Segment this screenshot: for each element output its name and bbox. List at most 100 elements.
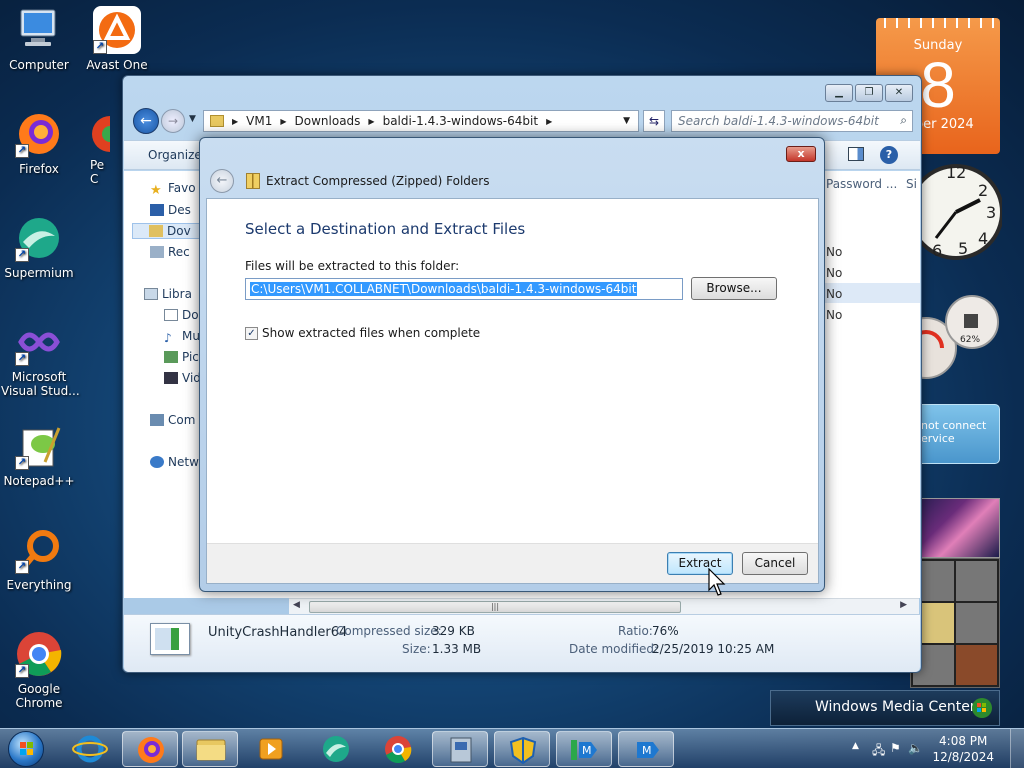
breadcrumb-separator-icon: ▶	[280, 116, 287, 126]
taskbar-chrome[interactable]	[370, 731, 426, 767]
star-icon: ★	[150, 183, 162, 198]
ratio-label: Ratio:	[618, 624, 653, 638]
refresh-button[interactable]: ⇆	[643, 110, 665, 132]
taskbar-internet-explorer[interactable]	[62, 731, 118, 767]
scroll-thumb[interactable]: |||	[309, 601, 681, 613]
search-icon[interactable]: ⌕	[900, 113, 907, 128]
taskbar-clock[interactable]: 4:08 PM 12/8/2024	[932, 733, 994, 765]
breadcrumb-separator-icon: ▶	[546, 116, 553, 126]
taskbar-app-m1[interactable]: M	[556, 731, 612, 767]
checkbox-check-icon[interactable]: ✓	[245, 326, 258, 340]
horizontal-scrollbar[interactable]: ◀ ||| ▶	[289, 598, 919, 614]
browse-button[interactable]: Browse...	[691, 277, 777, 300]
back-button[interactable]: ←	[133, 108, 159, 134]
nav-favorites[interactable]: ★ Favo	[150, 181, 196, 198]
nav-libraries[interactable]: Libra	[144, 287, 192, 301]
date-modified-value: 2/25/2019 10:25 AM	[652, 642, 775, 656]
ratio-value: 76%	[652, 624, 679, 638]
libraries-icon	[144, 288, 158, 300]
network-icon	[150, 456, 164, 468]
flag-tray-icon[interactable]: ⚑	[890, 741, 901, 755]
show-desktop-button[interactable]	[1010, 729, 1024, 768]
navigation-pane: ★ Favo Des Dov Rec Libra Doc ♪ Mu Pic Vid …	[124, 171, 205, 598]
close-button[interactable]: ✕	[885, 84, 913, 102]
desktop-icon-visual-studio[interactable]: ↗ Microsoft Visual Stud...	[1, 318, 80, 398]
taskbar-file-explorer[interactable]	[182, 731, 238, 767]
start-button[interactable]	[4, 729, 50, 768]
nav-network[interactable]: Netw	[150, 455, 199, 469]
dialog-body: Select a Destination and Extract Files F…	[206, 198, 819, 584]
pictures-icon	[164, 351, 178, 363]
dialog-back-button[interactable]: ←	[210, 169, 234, 193]
file-thumbnail-icon	[150, 623, 190, 655]
search-input[interactable]: Search baldi-1.4.3-windows-64bit ⌕	[671, 110, 913, 132]
desktop-icon-avast-one[interactable]: ↗ Avast One	[79, 6, 155, 72]
taskbar-installer[interactable]	[432, 731, 488, 767]
details-pane: UnityCrashHandler64 Compressed size: 329…	[124, 614, 920, 672]
shield-icon	[509, 736, 537, 765]
desktop-icon-notepadpp[interactable]: ↗ Notepad++	[1, 422, 77, 488]
destination-path-value: C:\Users\VM1.COLLABNET\Downloads\baldi-1…	[250, 282, 638, 296]
installer-icon	[450, 737, 472, 763]
taskbar-app-m2[interactable]: M	[618, 731, 674, 767]
address-bar[interactable]: ▶ VM1 ▶ Downloads ▶ baldi-1.4.3-windows-…	[203, 110, 639, 132]
column-header-password[interactable]: Password ...	[826, 177, 897, 191]
taskbar-supermium[interactable]	[308, 731, 364, 767]
breadcrumb-item[interactable]: Downloads	[295, 114, 361, 128]
chrome-icon	[385, 736, 412, 764]
search-placeholder: Search baldi-1.4.3-windows-64bit	[678, 114, 879, 128]
downloads-folder-icon	[149, 225, 163, 237]
extract-dialog[interactable]: x ← Extract Compressed (Zipped) Folders …	[199, 137, 825, 592]
minimize-button[interactable]: ▁	[825, 84, 853, 102]
taskbar-firefox[interactable]	[122, 731, 178, 767]
address-dropdown-icon[interactable]: ▼	[623, 116, 630, 126]
forward-button[interactable]: →	[161, 109, 185, 133]
desktop-icon-label: Google Chrome	[15, 682, 63, 710]
taskbar-security[interactable]	[494, 731, 550, 767]
dialog-heading: Select a Destination and Extract Files	[245, 220, 526, 238]
destination-path-input[interactable]: C:\Users\VM1.COLLABNET\Downloads\baldi-1…	[245, 278, 683, 300]
shortcut-arrow-icon: ↗	[15, 664, 29, 678]
maximize-button[interactable]: ❐	[855, 84, 883, 102]
desktop-icon-partial[interactable]: Pe C	[86, 110, 110, 186]
show-extracted-files-checkbox[interactable]: ✓ Show extracted files when complete	[245, 326, 480, 340]
computer-small-icon	[150, 414, 164, 426]
preview-pane-icon[interactable]	[848, 147, 864, 161]
nav-recent[interactable]: Rec	[150, 245, 190, 259]
nav-desktop[interactable]: Des	[150, 203, 191, 217]
nav-pictures[interactable]: Pic	[164, 350, 199, 364]
help-icon[interactable]: ?	[880, 146, 898, 164]
nav-computer[interactable]: Com	[150, 413, 195, 427]
media-center-label: Windows Media Center	[815, 699, 976, 715]
window-controls: ▁ ❐ ✕	[825, 84, 913, 102]
desktop-icon-everything[interactable]: ↗ Everything	[1, 526, 77, 592]
dialog-close-button[interactable]: x	[786, 146, 816, 162]
clock-number: 3	[986, 203, 996, 222]
taskbar-time: 4:08 PM	[939, 734, 988, 748]
media-center-bar[interactable]: Windows Media Center	[770, 690, 1000, 726]
desktop-icon-firefox[interactable]: ↗ Firefox	[1, 110, 77, 176]
desktop-icon-supermium[interactable]: ↗ Supermium	[1, 214, 77, 280]
desktop-folder-icon	[150, 204, 164, 216]
cancel-button[interactable]: Cancel	[742, 552, 808, 575]
taskbar-media-player[interactable]	[244, 731, 300, 767]
breadcrumb-item[interactable]: VM1	[246, 114, 272, 128]
organize-button[interactable]: Organize	[148, 148, 202, 162]
recent-pages-dropdown[interactable]: ▼	[189, 114, 196, 124]
column-header-size[interactable]: Si	[906, 177, 917, 191]
breadcrumb-item[interactable]: baldi-1.4.3-windows-64bit	[383, 114, 538, 128]
nav-downloads[interactable]: Dov	[132, 223, 202, 239]
desktop-icon-label: Computer	[9, 58, 69, 72]
size-label: Size:	[402, 642, 431, 656]
desktop-icon-google-chrome[interactable]: ↗ Google Chrome	[1, 630, 77, 710]
scroll-left-icon[interactable]: ◀	[293, 600, 300, 610]
desktop-icon-computer[interactable]: Computer	[1, 6, 77, 72]
show-hidden-icons-icon[interactable]: ▲	[852, 741, 859, 751]
nav-music[interactable]: ♪ Mu	[164, 329, 200, 345]
network-tray-icon[interactable]: 🖧	[872, 741, 885, 762]
volume-muted-icon[interactable]: 🔈	[908, 741, 923, 755]
desktop-icon-label: Supermium	[4, 266, 74, 280]
media-tiles	[910, 558, 1000, 688]
scroll-right-icon[interactable]: ▶	[900, 600, 907, 610]
nav-videos[interactable]: Vid	[164, 371, 201, 385]
